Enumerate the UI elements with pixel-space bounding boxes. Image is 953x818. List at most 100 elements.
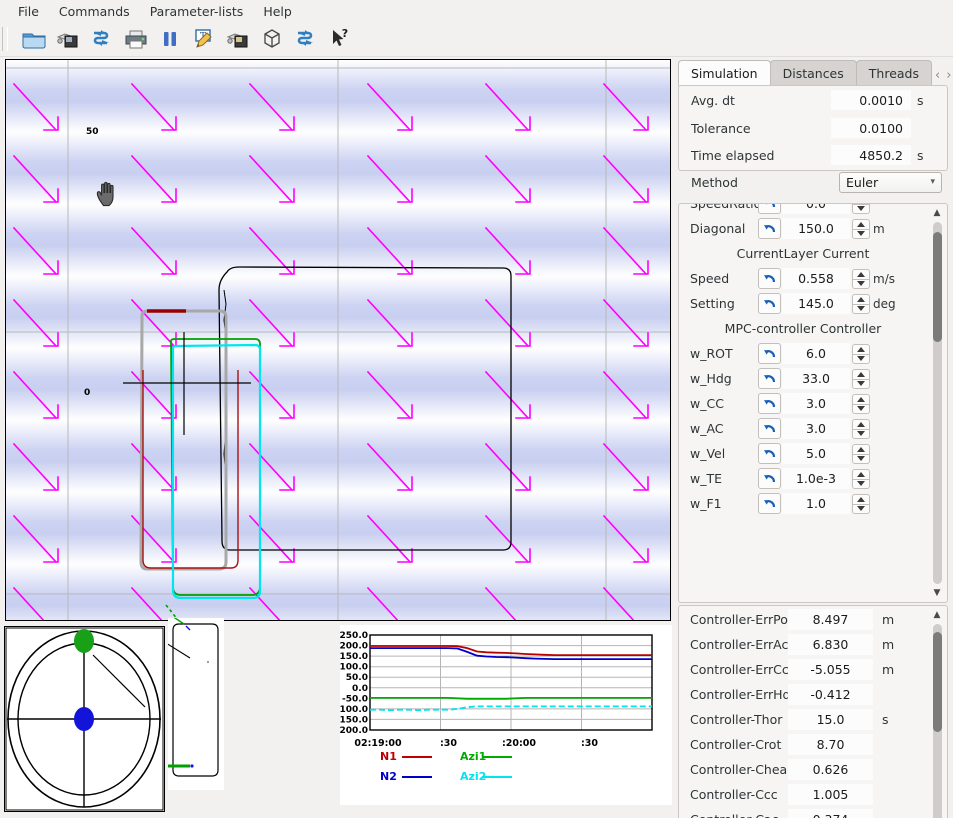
spin-down-icon[interactable] <box>852 303 870 314</box>
reset-button[interactable] <box>758 443 781 464</box>
reset-button[interactable] <box>758 204 781 214</box>
print-button[interactable] <box>119 24 153 54</box>
load-button[interactable] <box>51 24 85 54</box>
spin-up-icon[interactable] <box>852 343 870 354</box>
parameter-group-label: CurrentLayer Current <box>736 246 870 261</box>
parameter-value[interactable]: 1.0e-3 <box>782 468 850 489</box>
parameter-value[interactable]: 3.0 <box>782 418 850 439</box>
spin-down-icon[interactable] <box>852 428 870 439</box>
spin-down-icon[interactable] <box>852 278 870 289</box>
menu-item-help[interactable]: Help <box>253 2 302 21</box>
reset-button[interactable] <box>758 468 781 489</box>
sim-label: Time elapsed <box>691 147 775 163</box>
scroll-up-icon[interactable]: ▲ <box>934 608 941 622</box>
parameter-value[interactable]: 6.0 <box>782 343 850 364</box>
spin-down-icon[interactable] <box>852 378 870 389</box>
menu-item-file[interactable]: File <box>8 2 49 21</box>
compass-indicator[interactable] <box>4 626 165 812</box>
pause-button[interactable] <box>153 24 187 54</box>
spinner[interactable] <box>852 268 870 290</box>
spin-down-icon[interactable] <box>852 503 870 514</box>
reset-button[interactable] <box>758 368 781 389</box>
spinner[interactable] <box>852 443 870 465</box>
view-3d-button[interactable] <box>255 24 289 54</box>
parameter-row: w_ROT 6.0 <box>679 341 931 366</box>
spin-up-icon[interactable] <box>852 493 870 504</box>
reset-button[interactable] <box>758 268 781 289</box>
reset-button[interactable] <box>758 393 781 414</box>
tab-simulation[interactable]: Simulation <box>678 60 771 86</box>
spinner[interactable] <box>852 393 870 415</box>
parameter-value[interactable]: 5.0 <box>782 443 850 464</box>
controller-scrollbar[interactable]: ▲ ▼ <box>929 608 945 818</box>
reset-button[interactable] <box>758 343 781 364</box>
reset-button[interactable] <box>758 418 781 439</box>
plot-axis-label: 0 <box>84 388 91 398</box>
spin-up-icon[interactable] <box>852 443 870 454</box>
spin-down-icon[interactable] <box>852 453 870 464</box>
parameter-list[interactable]: SpeedRatio 0.0 Diagonal 150.0 mCurrentLayer … <box>678 203 948 603</box>
tab-threads[interactable]: Threads <box>855 60 932 86</box>
parameter-value[interactable]: 1.0 <box>782 493 850 514</box>
spin-down-icon[interactable] <box>852 204 870 214</box>
tab-next-icon[interactable]: › <box>946 68 951 83</box>
save-button[interactable] <box>221 24 255 54</box>
controller-row: Controller-Thor 15.0 s <box>679 707 931 732</box>
spinner[interactable] <box>852 343 870 365</box>
method-select[interactable]: Euler ▾ <box>839 171 942 193</box>
spin-up-icon[interactable] <box>852 468 870 479</box>
context-help-button[interactable]: ? <box>323 24 357 54</box>
menu-item-parameter-lists[interactable]: Parameter-lists <box>140 2 254 21</box>
scroll-down-icon[interactable]: ▼ <box>934 586 941 600</box>
spinner[interactable] <box>852 418 870 440</box>
controller-value: -5.055 <box>788 659 873 680</box>
parameter-value[interactable]: 3.0 <box>782 393 850 414</box>
spin-up-icon[interactable] <box>852 368 870 379</box>
spin-up-icon[interactable] <box>852 218 870 229</box>
svg-text::20:00: :20:00 <box>502 738 536 749</box>
parameter-scrollbar[interactable]: ▲ ▼ <box>929 206 945 600</box>
trajectory-path <box>218 266 512 551</box>
right-panel: Simulation Distances Threads ‹ › Avg. dt… <box>673 57 953 818</box>
parameter-value[interactable]: 145.0 <box>782 293 850 314</box>
parameter-value[interactable]: 150.0 <box>782 218 850 239</box>
spin-down-icon[interactable] <box>852 403 870 414</box>
spinner[interactable] <box>852 368 870 390</box>
spinner[interactable] <box>852 204 870 215</box>
spin-up-icon[interactable] <box>852 418 870 429</box>
spin-up-icon[interactable] <box>852 393 870 404</box>
reset-button[interactable] <box>758 293 781 314</box>
spin-down-icon[interactable] <box>852 478 870 489</box>
spin-down-icon[interactable] <box>852 353 870 364</box>
svg-text:200.0: 200.0 <box>340 642 368 652</box>
spin-up-icon[interactable] <box>852 293 870 304</box>
spinner[interactable] <box>852 293 870 315</box>
parameter-value[interactable]: 0.558 <box>782 268 850 289</box>
trend-chart[interactable]: 250.0200.0150.0100.050.00.0-50.0-100.0-1… <box>336 625 672 805</box>
menu-item-commands[interactable]: Commands <box>49 2 140 21</box>
parameter-value[interactable]: 0.0 <box>782 204 850 214</box>
parameter-value[interactable]: 33.0 <box>782 368 850 389</box>
scroll-trough[interactable] <box>932 624 942 818</box>
reset-button[interactable] <box>758 218 781 239</box>
spinner[interactable] <box>852 468 870 490</box>
toolbar-grip[interactable] <box>2 27 8 51</box>
reset-view-button[interactable] <box>289 24 323 54</box>
controller-label: Controller-Ccc <box>690 787 778 802</box>
spinner[interactable] <box>852 218 870 240</box>
navigation-plot[interactable]: 50 0 -50 -50 0 50 <box>5 59 671 621</box>
tab-nav: ‹ › <box>931 68 953 86</box>
scroll-up-icon[interactable]: ▲ <box>934 206 941 220</box>
reload-button[interactable] <box>85 24 119 54</box>
rudder-indicator[interactable] <box>156 615 224 790</box>
controller-readouts[interactable]: Controller-ErrPos 8.497 m Controller-ErrAc 6… <box>678 605 948 818</box>
spin-up-icon[interactable] <box>852 268 870 279</box>
spin-down-icon[interactable] <box>852 228 870 239</box>
tab-distances[interactable]: Distances <box>769 60 857 86</box>
tab-prev-icon[interactable]: ‹ <box>935 68 940 83</box>
spinner[interactable] <box>852 493 870 515</box>
open-button[interactable] <box>17 24 51 54</box>
scroll-trough[interactable] <box>932 222 942 584</box>
reset-button[interactable] <box>758 493 781 514</box>
edit-text-button[interactable]: T <box>187 24 221 54</box>
